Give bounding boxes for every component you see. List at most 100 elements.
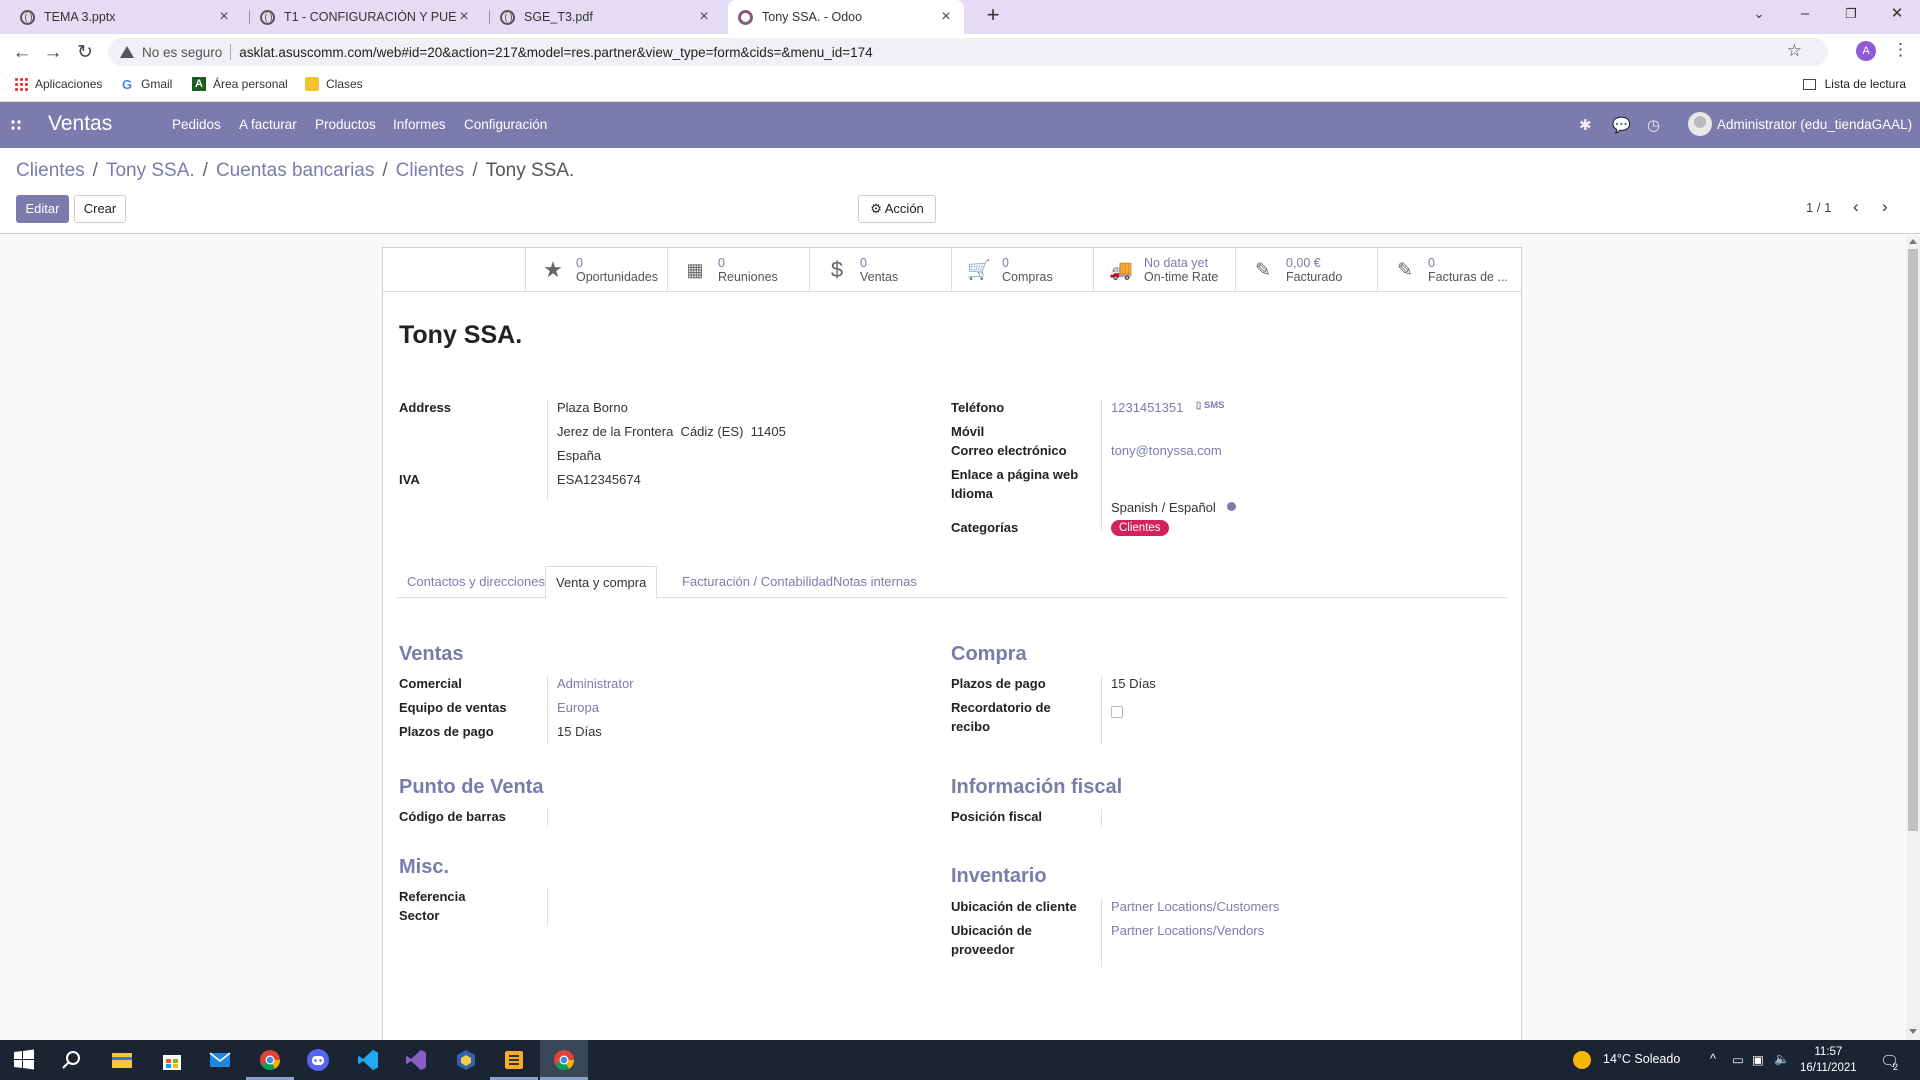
bookmark-star-icon[interactable]: ☆	[1787, 41, 1802, 61]
browser-tab[interactable]: SGE_T3.pdf ×	[490, 0, 722, 34]
breadcrumb-item[interactable]: Tony SSA.	[106, 160, 195, 181]
receipt-reminder-checkbox[interactable]	[1111, 706, 1123, 718]
breadcrumb-item[interactable]: Clientes	[396, 160, 465, 181]
sales-button[interactable]: $ 0 Ventas	[809, 248, 951, 292]
sms-button[interactable]: ▯ SMS	[1196, 400, 1224, 411]
back-icon[interactable]: ←	[9, 40, 35, 66]
opportunities-button[interactable]: ★ 0 Oportunidades	[525, 248, 667, 292]
pager-value[interactable]: 1 / 1	[1806, 200, 1831, 215]
action-label: Acción	[884, 201, 924, 216]
mail-icon[interactable]	[208, 1048, 232, 1072]
vendor-location-value[interactable]: Partner Locations/Vendors	[1111, 923, 1264, 938]
reload-icon[interactable]: ↻	[72, 40, 98, 66]
warning-icon[interactable]	[120, 46, 134, 58]
browser-tab[interactable]: TEMA 3.pptx ×	[10, 0, 242, 34]
restore-button[interactable]: ❐	[1828, 0, 1874, 30]
purchases-button[interactable]: 🛒 0 Compras	[951, 248, 1093, 292]
menu-a-facturar[interactable]: A facturar	[239, 117, 297, 132]
email-value[interactable]: tony@tonyssa.com	[1111, 443, 1222, 458]
tab-notas-internas[interactable]: Notas internas	[823, 566, 927, 599]
breadcrumb-item[interactable]: Cuentas bancarias	[216, 160, 374, 181]
sales-team-value[interactable]: Europa	[557, 700, 599, 715]
profile-avatar[interactable]: A	[1856, 41, 1876, 61]
windows-taskbar: 14°C Soleado ^ ▭ ▣ 🔈 11:57 16/11/2021 🗨 …	[0, 1040, 1920, 1080]
activity-clock-icon[interactable]: ◷	[1647, 116, 1660, 134]
windows-start-icon[interactable]	[12, 1048, 36, 1072]
edit-button[interactable]: Editar	[16, 195, 69, 223]
browser-tab-active[interactable]: Tony SSA. - Odoo ×	[728, 0, 964, 34]
stat-value: 0,00 €	[1286, 256, 1321, 270]
reading-list-button[interactable]: Lista de lectura	[1802, 77, 1906, 91]
close-icon[interactable]: ×	[456, 8, 472, 26]
virtualbox-icon[interactable]	[454, 1048, 478, 1072]
phone-value[interactable]: 1231451351	[1111, 400, 1183, 415]
search-icon[interactable]	[60, 1048, 84, 1072]
file-explorer-icon[interactable]	[110, 1048, 134, 1072]
scroll-down-icon[interactable]	[1909, 1029, 1917, 1034]
action-dropdown-button[interactable]: ⚙ Acción	[858, 195, 936, 223]
salesperson-value[interactable]: Administrator	[557, 676, 634, 691]
tab-contactos-direcciones[interactable]: Contactos y direcciones	[397, 566, 555, 599]
discord-icon[interactable]	[306, 1048, 330, 1072]
close-icon[interactable]: ×	[696, 8, 712, 26]
scroll-up-icon[interactable]	[1909, 239, 1917, 244]
invoiced-button[interactable]: ✎ 0,00 € Facturado	[1235, 248, 1377, 292]
security-label[interactable]: No es seguro	[142, 45, 222, 60]
chevron-up-icon[interactable]: ^	[1710, 1052, 1716, 1066]
divider	[230, 44, 232, 60]
weather-text[interactable]: 14°C Soleado	[1603, 1052, 1680, 1066]
menu-informes[interactable]: Informes	[393, 117, 446, 132]
next-record-icon[interactable]: ›	[1882, 197, 1888, 217]
bookmark-clases[interactable]: Clases	[305, 77, 363, 91]
address-bar[interactable]: No es seguro asklat.asuscomm.com/web#id=…	[108, 38, 1828, 66]
menu-pedidos[interactable]: Pedidos	[172, 117, 221, 132]
more-menu-icon[interactable]: ⋮	[1892, 40, 1909, 60]
create-button[interactable]: Crear	[74, 195, 126, 223]
menu-configuracion[interactable]: Configuración	[464, 117, 547, 132]
sale-payment-terms-label: Plazos de pago	[399, 724, 494, 739]
chrome-alt-icon[interactable]	[552, 1048, 576, 1072]
vscode-icon[interactable]	[356, 1048, 380, 1072]
bookmark-area-personal[interactable]: A Área personal	[192, 77, 288, 91]
clock-date: 16/11/2021	[1800, 1062, 1857, 1074]
url-text[interactable]: asklat.asuscomm.com/web#id=20&action=217…	[239, 45, 872, 60]
bug-icon[interactable]: ✱	[1579, 116, 1592, 134]
user-menu[interactable]: Administrator (edu_tiendaGAAL)	[1688, 112, 1912, 136]
bookmark-gmail[interactable]: G Gmail	[120, 77, 172, 92]
app-name[interactable]: Ventas	[48, 112, 112, 136]
sun-icon[interactable]	[1572, 1050, 1592, 1070]
new-tab-button[interactable]: +	[978, 2, 1008, 28]
menu-productos[interactable]: Productos	[315, 117, 376, 132]
close-window-button[interactable]: ✕	[1874, 0, 1920, 30]
page-scrollbar[interactable]	[1906, 235, 1920, 1040]
minimize-button[interactable]: –	[1782, 0, 1828, 30]
bookmark-apps[interactable]: Aplicaciones	[14, 77, 102, 91]
scrollbar-thumb[interactable]	[1908, 249, 1918, 831]
battery-icon[interactable]: ▭	[1732, 1052, 1744, 1067]
volume-icon[interactable]: 🔈	[1774, 1052, 1790, 1067]
customer-location-value[interactable]: Partner Locations/Customers	[1111, 899, 1279, 914]
chrome-icon[interactable]	[258, 1048, 282, 1072]
store-icon[interactable]	[160, 1048, 184, 1072]
globe-icon[interactable]	[1227, 502, 1236, 511]
previous-record-icon[interactable]: ‹	[1853, 197, 1859, 217]
on-time-rate-button[interactable]: 🚚 No data yet On-time Rate	[1093, 248, 1235, 292]
tab-facturacion-contabilidad[interactable]: Facturación / Contabilidad	[672, 566, 843, 599]
vendor-bills-button[interactable]: ✎ 0 Facturas de ...	[1377, 248, 1521, 292]
chat-icon[interactable]: 💬	[1612, 116, 1631, 134]
network-icon[interactable]: ▣	[1752, 1052, 1764, 1067]
apps-menu-icon[interactable]	[10, 119, 22, 131]
browser-tab[interactable]: T1 - CONFIGURACIÓN Y PUESTA ×	[250, 0, 482, 34]
visual-studio-icon[interactable]	[404, 1048, 428, 1072]
meetings-button[interactable]: ▦ 0 Reuniones	[667, 248, 809, 292]
sublime-icon[interactable]	[502, 1048, 526, 1072]
clock[interactable]: 11:57 16/11/2021	[1800, 1044, 1857, 1076]
tab-venta-compra[interactable]: Venta y compra	[545, 566, 658, 599]
forward-icon[interactable]: →	[40, 40, 66, 66]
breadcrumb-item[interactable]: Clientes	[16, 160, 85, 181]
field-divider	[547, 889, 548, 925]
close-icon[interactable]: ×	[938, 8, 954, 26]
tab-search-icon[interactable]: ⌄	[1736, 0, 1782, 30]
avatar	[1688, 112, 1712, 136]
close-icon[interactable]: ×	[216, 8, 232, 26]
